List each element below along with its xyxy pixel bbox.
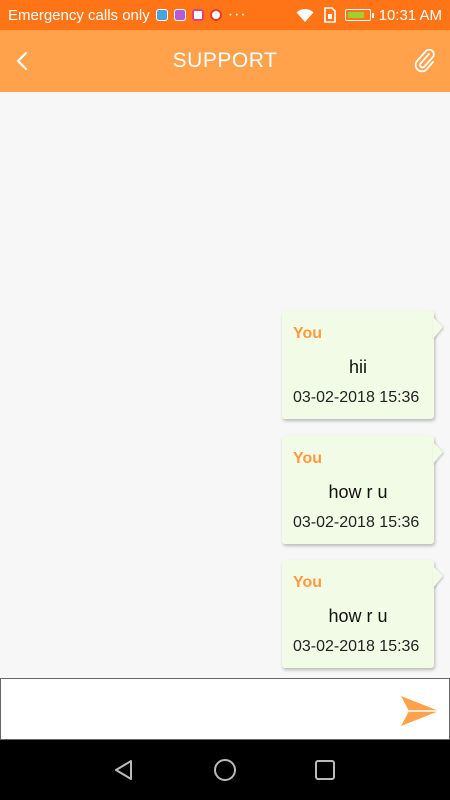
paperclip-icon — [414, 49, 435, 73]
message-sender: You — [293, 574, 323, 591]
gallery-icon — [173, 9, 186, 21]
message-time: 03-02-2018 15:36 — [293, 389, 420, 406]
instagram-icon — [191, 9, 204, 21]
wifi-icon — [296, 8, 314, 22]
app-header: SUPPORT — [0, 30, 450, 92]
carrier-text: Emergency calls only — [8, 6, 150, 24]
send-icon — [401, 696, 439, 726]
app-icon — [155, 9, 168, 21]
google-icon — [209, 9, 222, 21]
status-bar: Emergency calls only ··· 10:31 AM — [0, 0, 450, 30]
message-input[interactable] — [5, 683, 389, 737]
sim-icon — [323, 7, 336, 23]
message-time: 03-02-2018 15:36 — [293, 514, 420, 531]
message-text: hii — [348, 357, 367, 377]
message-sender: You — [293, 325, 323, 342]
chevron-left-icon — [16, 51, 28, 71]
message-text: how r u — [328, 606, 388, 626]
message-sender: You — [293, 450, 323, 467]
nav-home-button[interactable] — [213, 758, 237, 782]
clock: 10:31 AM — [378, 6, 442, 24]
nav-recents-button[interactable] — [313, 758, 337, 782]
status-right: 10:31 AM — [295, 7, 442, 24]
overflow-dots: ··· — [227, 6, 247, 23]
navigation-bar — [0, 740, 450, 800]
message-bubble: You hii 03-02-2018 15:36 — [282, 311, 434, 419]
chat-area[interactable]: You hii 03-02-2018 15:36 You how r u 03-… — [0, 92, 450, 678]
back-triangle-icon — [115, 760, 132, 780]
send-button[interactable] — [397, 693, 441, 729]
message-bubble: You how r u 03-02-2018 15:36 — [282, 560, 434, 668]
recents-square-icon — [315, 760, 335, 780]
message-bubble: You how r u 03-02-2018 15:36 — [282, 436, 434, 544]
status-left: Emergency calls only ··· — [8, 7, 247, 24]
message-text: how r u — [328, 482, 388, 502]
message-time: 03-02-2018 15:36 — [293, 638, 420, 655]
back-button[interactable] — [8, 47, 36, 75]
composer-bar — [0, 678, 450, 740]
page-title: SUPPORT — [172, 49, 278, 72]
attach-button[interactable] — [410, 46, 440, 76]
home-circle-icon — [214, 759, 236, 781]
nav-back-button[interactable] — [112, 758, 136, 782]
battery-icon — [344, 9, 374, 21]
